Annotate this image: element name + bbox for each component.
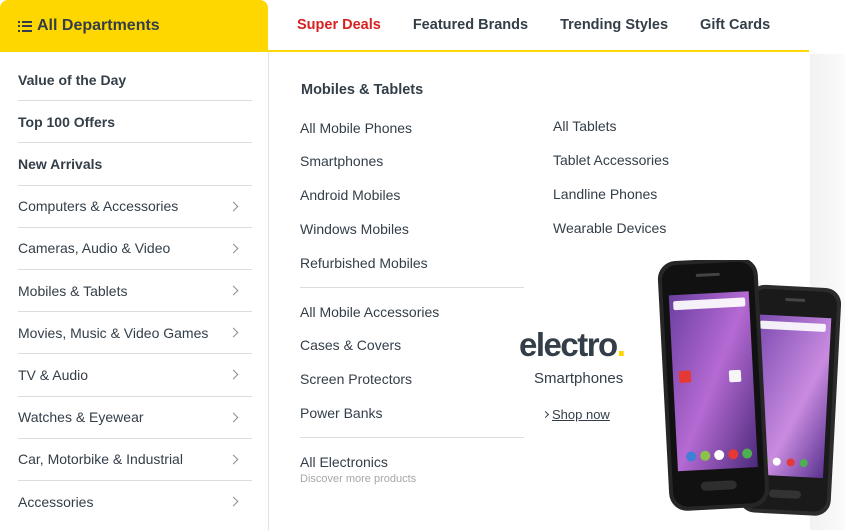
nav-gift-cards[interactable]: Gift Cards bbox=[700, 17, 770, 33]
sidebar-item-mobiles-tablets[interactable]: Mobiles & Tablets bbox=[18, 270, 252, 313]
sidebar-item-label: Watches & Eyewear bbox=[18, 409, 144, 426]
sidebar-item-accessories[interactable]: Accessories bbox=[18, 481, 252, 523]
link-all-tablets[interactable]: All Tablets bbox=[553, 118, 617, 134]
mega-menu-title: Mobiles & Tablets bbox=[301, 82, 424, 98]
divider bbox=[300, 287, 524, 288]
promo-brand-text: electro bbox=[519, 326, 618, 363]
link-all-mobile-accessories[interactable]: All Mobile Accessories bbox=[300, 304, 439, 320]
sidebar-item-label: Computers & Accessories bbox=[18, 198, 179, 215]
sidebar-item-top-100-offers[interactable]: Top 100 Offers bbox=[18, 101, 252, 144]
link-refurbished-mobiles[interactable]: Refurbished Mobiles bbox=[300, 255, 428, 271]
chevron-right-icon bbox=[541, 410, 550, 419]
link-landline-phones[interactable]: Landline Phones bbox=[553, 186, 657, 202]
sidebar-item-car-motorbike-industrial[interactable]: Car, Motorbike & Industrial bbox=[18, 439, 252, 481]
link-tablet-accessories[interactable]: Tablet Accessories bbox=[553, 152, 669, 168]
sidebar-item-tv-audio[interactable]: TV & Audio bbox=[18, 354, 252, 397]
sidebar-item-label: Value of the Day bbox=[18, 71, 127, 88]
chevron-right-icon bbox=[228, 327, 239, 338]
sidebar-item-value-of-the-day[interactable]: Value of the Day bbox=[18, 59, 252, 102]
sidebar-item-label: Mobiles & Tablets bbox=[18, 282, 128, 299]
link-all-electronics[interactable]: All Electronics bbox=[300, 454, 388, 470]
promo-brand-dot: . bbox=[616, 326, 626, 363]
chevron-right-icon bbox=[228, 285, 239, 296]
sidebar-item-cameras-audio-video[interactable]: Cameras, Audio & Video bbox=[18, 228, 252, 270]
link-wearable-devices[interactable]: Wearable Devices bbox=[553, 220, 666, 236]
nav-trending-styles[interactable]: Trending Styles bbox=[560, 17, 668, 33]
link-all-mobile-phones[interactable]: All Mobile Phones bbox=[300, 120, 412, 136]
sidebar-item-label: Cameras, Audio & Video bbox=[18, 240, 171, 257]
link-power-banks[interactable]: Power Banks bbox=[300, 405, 382, 421]
all-departments-label: All Departments bbox=[37, 17, 160, 34]
sidebar-item-computers-accessories[interactable]: Computers & Accessories bbox=[18, 186, 252, 228]
chevron-right-icon bbox=[228, 412, 239, 423]
link-windows-mobiles[interactable]: Windows Mobiles bbox=[300, 221, 409, 237]
link-smartphones[interactable]: Smartphones bbox=[300, 153, 383, 169]
chevron-right-icon bbox=[228, 201, 239, 212]
all-electronics-subtitle: Discover more products bbox=[300, 473, 417, 485]
nav-featured-brands[interactable]: Featured Brands bbox=[413, 17, 528, 33]
chevron-right-icon bbox=[228, 497, 239, 507]
link-screen-protectors[interactable]: Screen Protectors bbox=[300, 371, 412, 387]
link-cases-covers[interactable]: Cases & Covers bbox=[300, 337, 401, 353]
chevron-right-icon bbox=[228, 369, 239, 380]
link-android-mobiles[interactable]: Android Mobiles bbox=[300, 187, 400, 203]
sidebar-list: Value of the Day Top 100 Offers New Arri… bbox=[18, 59, 252, 523]
shop-now-link[interactable]: Shop now bbox=[541, 407, 610, 422]
nav-super-deals[interactable]: Super Deals bbox=[297, 17, 381, 33]
top-nav: Super Deals Featured Brands Trending Sty… bbox=[268, 0, 809, 52]
chevron-right-icon bbox=[228, 454, 239, 465]
sidebar-item-watches-eyewear[interactable]: Watches & Eyewear bbox=[18, 397, 252, 439]
sidebar-item-label: Car, Motorbike & Industrial bbox=[18, 451, 183, 468]
shop-now-label: Shop now bbox=[552, 407, 610, 422]
all-departments-button[interactable]: All Departments bbox=[0, 0, 268, 52]
sidebar-item-label: Movies, Music & Video Games bbox=[18, 324, 209, 341]
sidebar-item-movies-music-games[interactable]: Movies, Music & Video Games bbox=[18, 312, 252, 355]
page: All Departments Super Deals Featured Bra… bbox=[0, 0, 845, 530]
sidebar-item-label: Top 100 Offers bbox=[18, 113, 115, 130]
sidebar-item-label: Accessories bbox=[18, 493, 94, 510]
promo-phones-image bbox=[657, 260, 842, 516]
sidebar-item-label: New Arrivals bbox=[18, 155, 103, 172]
promo-brand-logo: electro. bbox=[519, 326, 626, 364]
departments-sidebar: Value of the Day Top 100 Offers New Arri… bbox=[0, 52, 269, 530]
list-icon bbox=[18, 20, 32, 32]
promo-subtitle: Smartphones bbox=[534, 370, 624, 387]
chevron-right-icon bbox=[228, 243, 239, 254]
sidebar-item-label: TV & Audio bbox=[18, 366, 89, 383]
divider bbox=[300, 437, 524, 438]
sidebar-item-new-arrivals[interactable]: New Arrivals bbox=[18, 143, 252, 186]
